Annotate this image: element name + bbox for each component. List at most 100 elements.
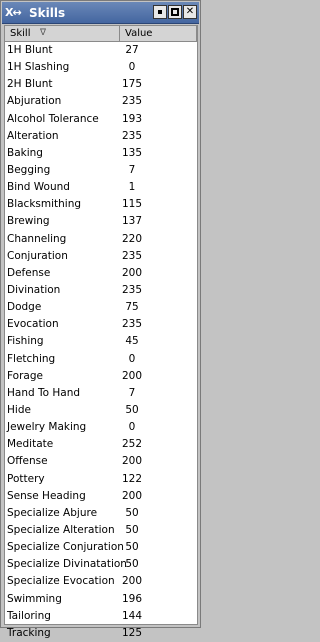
skill-name: Divination [7,283,61,296]
table-row[interactable]: 1H Slashing 0 [5,59,197,76]
close-button[interactable]: ✕ [183,5,197,19]
table-row[interactable]: 2H Blunt 175 [5,76,197,93]
table-row[interactable]: Bind Wound 1 [5,179,197,196]
skill-value: 137 [121,215,143,228]
table-row[interactable]: Swimming 196 [5,591,197,608]
table-row[interactable]: Hide 50 [5,402,197,419]
table-row[interactable]: Specialize Conjuration 50 [5,539,197,556]
skill-name: Offense [7,455,48,468]
table-row[interactable]: Specialize Divinatation 50 [5,556,197,573]
skill-name: Hide [7,403,31,416]
table-row[interactable]: Baking 135 [5,145,197,162]
skills-window: X↔ Skills ✕ Skill ∇ Value 1H Blunt 27 1H S… [0,0,201,639]
column-header-value[interactable]: Value [120,26,197,41]
table-row[interactable]: Sense Heading 200 [5,488,197,505]
skill-name: Begging [7,163,51,176]
table-row[interactable]: Evocation 235 [5,316,197,333]
table-row[interactable]: Abjuration 235 [5,93,197,110]
skill-name: Defense [7,266,51,279]
table-row[interactable]: Alcohol Tolerance 193 [5,111,197,128]
title-bar[interactable]: X↔ Skills ✕ [2,2,199,24]
skill-value: 50 [125,506,139,519]
skill-name: Channeling [7,232,67,245]
skill-value: 196 [121,592,143,605]
table-row[interactable]: 1H Blunt 27 [5,42,197,59]
column-header-skill[interactable]: Skill ∇ [5,26,120,41]
skill-name: 1H Slashing [7,61,70,74]
skill-name: Tracking [7,626,51,639]
table-row[interactable]: Fishing 45 [5,333,197,350]
skill-value: 7 [128,163,136,176]
table-row[interactable]: Hand To Hand 7 [5,385,197,402]
table-row[interactable]: Offense 200 [5,453,197,470]
list-header: Skill ∇ Value [5,26,197,42]
maximize-icon [171,8,179,16]
skill-value: 75 [125,301,139,314]
table-row[interactable]: Dodge 75 [5,299,197,316]
skill-value: 235 [121,249,143,262]
skill-name: Specialize Evocation [7,575,115,588]
skill-name: Dodge [7,301,42,314]
table-row[interactable]: Conjuration 235 [5,248,197,265]
skills-list[interactable]: Skill ∇ Value 1H Blunt 27 1H Slashing 0 2H B… [4,25,198,639]
table-row[interactable]: Forage 200 [5,368,197,385]
skill-name: Specialize Conjuration [7,541,124,554]
skill-value: 235 [121,318,143,331]
table-row[interactable]: Tracking 125 [5,625,197,642]
skill-value: 125 [121,626,143,639]
skill-value: 200 [121,369,143,382]
skill-value: 235 [121,283,143,296]
skill-value: 135 [121,146,143,159]
table-row[interactable]: Specialize Evocation 200 [5,573,197,590]
table-row[interactable]: Pottery 122 [5,471,197,488]
table-row[interactable]: Alteration 235 [5,128,197,145]
skill-name: Specialize Alteration [7,523,115,536]
table-row[interactable]: Defense 200 [5,265,197,282]
skill-value: 27 [125,44,139,56]
skill-name: Fishing [7,335,44,348]
table-row[interactable]: Specialize Alteration 50 [5,522,197,539]
skill-value: 7 [128,386,136,399]
skill-value: 0 [128,421,136,434]
skill-name: Pottery [7,472,45,485]
minimize-button[interactable] [153,5,167,19]
table-row[interactable]: Jewelry Making 0 [5,419,197,436]
skill-value: 200 [121,575,143,588]
skill-value: 50 [125,541,139,554]
skill-name: Meditate [7,438,54,451]
skill-name: Hand To Hand [7,386,81,399]
skill-value: 1 [128,181,136,194]
table-row[interactable]: Brewing 137 [5,213,197,230]
skill-name: Evocation [7,318,59,331]
table-row[interactable]: Divination 235 [5,282,197,299]
skill-name: Bind Wound [7,181,70,194]
sort-indicator-icon: ∇ [40,28,47,38]
skill-value: 175 [121,78,143,91]
skill-value: 115 [121,198,143,211]
skill-name: Brewing [7,215,50,228]
skill-name: Conjuration [7,249,68,262]
skill-name: Sense Heading [7,489,86,502]
minimize-icon [158,10,162,14]
skills-rows: 1H Blunt 27 1H Slashing 0 2H Blunt 175 Abjurat… [5,42,197,642]
skill-value: 122 [121,472,143,485]
table-row[interactable]: Channeling 220 [5,231,197,248]
skill-name: Swimming [7,592,62,605]
skill-value: 50 [125,403,139,416]
skill-name: Baking [7,146,43,159]
skill-value: 144 [121,609,143,622]
table-row[interactable]: Begging 7 [5,162,197,179]
skill-value: 0 [128,61,136,74]
table-row[interactable]: Blacksmithing 115 [5,196,197,213]
skill-value: 45 [125,335,139,348]
table-row[interactable]: Fletching 0 [5,351,197,368]
table-row[interactable]: Tailoring 144 [5,608,197,625]
skill-value: 50 [125,558,139,571]
table-row[interactable]: Meditate 252 [5,436,197,453]
app-menu-icon[interactable]: X↔ [5,5,27,20]
maximize-button[interactable] [168,5,182,19]
table-row[interactable]: Specialize Abjure 50 [5,505,197,522]
skill-value: 200 [121,455,143,468]
window-title: Skills [29,6,66,20]
skill-name: 1H Blunt [7,44,53,56]
